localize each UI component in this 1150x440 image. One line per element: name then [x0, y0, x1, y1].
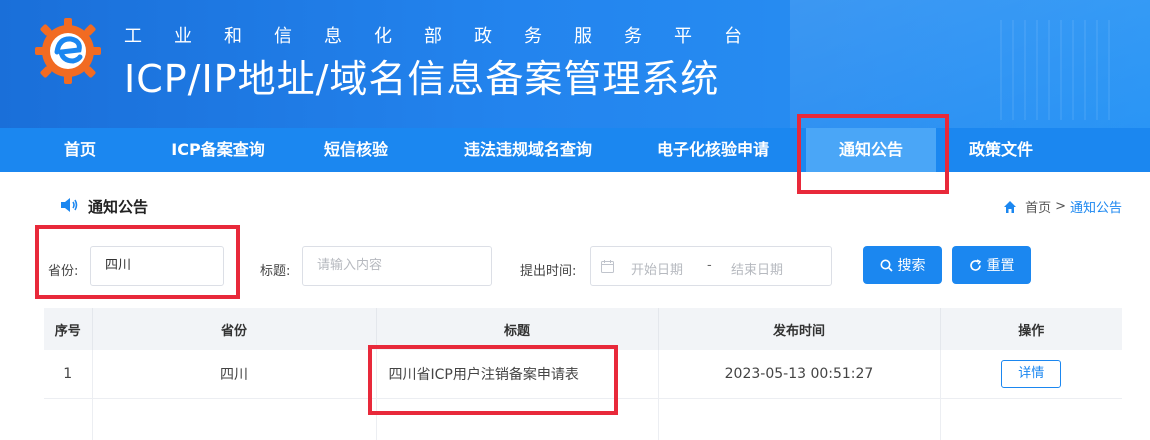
row-action: 详情 [940, 350, 1122, 399]
row-title: 四川省ICP用户注销备案申请表 [376, 350, 659, 399]
page-title: 通知公告 [88, 198, 149, 216]
breadcrumb-current[interactable]: 通知公告 [1070, 197, 1122, 216]
column-header-title: 标题 [376, 308, 659, 350]
date-range-picker[interactable]: 开始日期 - 结束日期 [590, 246, 832, 286]
date-range-separator: - [707, 258, 712, 273]
header-decoration-lines [1000, 20, 1110, 120]
breadcrumb: 首页 > 通知公告 [1003, 197, 1122, 216]
reset-button[interactable]: 重置 [952, 246, 1031, 284]
column-header-time: 发布时间 [658, 308, 941, 350]
start-date-input[interactable]: 开始日期 [631, 259, 683, 278]
site-logo-icon [35, 18, 101, 84]
nav-item-policy-docs[interactable]: 政策文件 [936, 128, 1066, 172]
section-header: 通知公告 首页 > 通知公告 [0, 172, 1150, 216]
search-button[interactable]: 搜索 [863, 246, 942, 284]
reset-button-label: 重置 [986, 258, 1015, 274]
time-label: 提出时间: [520, 264, 577, 279]
calendar-icon [601, 260, 614, 273]
refresh-icon [969, 258, 981, 271]
row-index: 1 [44, 350, 93, 399]
title-input[interactable]: 请输入内容 [302, 246, 492, 286]
header-main-title: ICP/IP地址/域名信息备案管理系统 [124, 57, 720, 101]
breadcrumb-home[interactable]: 首页 [1025, 197, 1051, 216]
nav-item-home[interactable]: 首页 [0, 128, 160, 172]
header-sub-title: 工业和信息化部政务服务平台 [124, 26, 774, 47]
row-time: 2023-05-13 00:51:27 [658, 350, 941, 399]
table-header-row: 序号 省份 标题 发布时间 操作 [44, 308, 1122, 350]
province-label: 省份: [48, 264, 79, 279]
table-row: 1 四川 四川省ICP用户注销备案申请表 2023-05-13 00:51:27… [44, 350, 1122, 399]
nav-item-e-verify-apply[interactable]: 电子化核验申请 [620, 128, 806, 172]
nav-item-notices[interactable]: 通知公告 [806, 128, 936, 172]
column-header-action: 操作 [940, 308, 1122, 350]
detail-button[interactable]: 详情 [1001, 359, 1062, 388]
nav-item-sms-verify[interactable]: 短信核验 [276, 128, 436, 172]
end-date-input[interactable]: 结束日期 [731, 259, 783, 278]
column-header-province: 省份 [92, 308, 377, 350]
breadcrumb-separator: > [1055, 199, 1066, 214]
site-header: 工业和信息化部政务服务平台 ICP/IP地址/域名信息备案管理系统 [0, 0, 1150, 128]
search-icon [880, 259, 893, 272]
main-nav: 首页 ICP备案查询 短信核验 违法违规域名查询 电子化核验申请 通知公告 政策… [0, 128, 1150, 172]
province-input[interactable]: 四川 [90, 246, 224, 286]
speaker-icon [61, 198, 78, 212]
home-icon [1004, 200, 1017, 213]
nav-item-illegal-domain-query[interactable]: 违法违规域名查询 [436, 128, 620, 172]
notice-table: 序号 省份 标题 发布时间 操作 1 四川 四川省ICP用户注销备案申请表 20… [44, 308, 1122, 440]
title-label: 标题: [260, 264, 291, 279]
search-filters: 省份: 四川 标题: 请输入内容 提出时间: 开始日期 - 结束日期 搜索 重置 [0, 236, 1150, 296]
column-header-index: 序号 [44, 308, 93, 350]
search-button-label: 搜索 [897, 258, 926, 274]
row-province: 四川 [92, 350, 377, 399]
nav-item-icp-query[interactable]: ICP备案查询 [160, 128, 276, 172]
table-empty-row [44, 398, 1122, 440]
